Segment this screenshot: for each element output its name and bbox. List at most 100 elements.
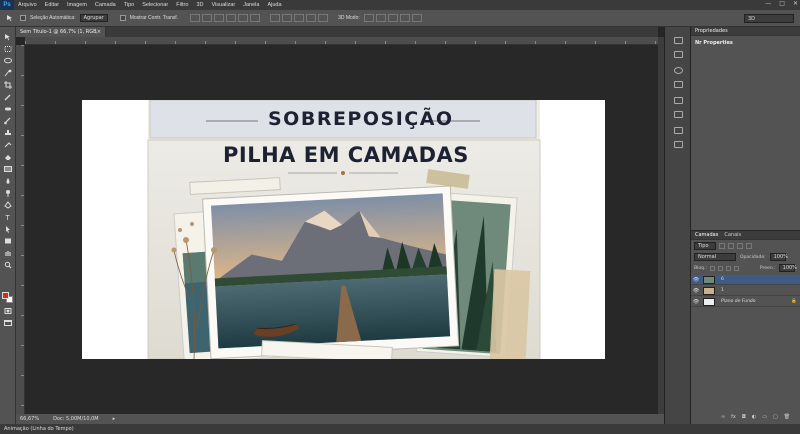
menu-janela[interactable]: Janela	[239, 2, 263, 8]
eye-icon[interactable]: 👁	[691, 299, 701, 305]
lock-position-icon[interactable]	[725, 265, 731, 271]
brush-tool[interactable]	[3, 117, 13, 125]
menu-visualizar[interactable]: Visualizar	[207, 2, 239, 8]
lock-all-icon[interactable]	[733, 265, 739, 271]
layer-kind-select[interactable]: Tipo	[694, 242, 716, 250]
pen-tool[interactable]	[3, 201, 13, 209]
3d-pan-icon[interactable]	[387, 14, 398, 22]
foreground-color-swatch[interactable]	[2, 292, 9, 299]
lock-transparency-icon[interactable]	[709, 265, 715, 271]
document-tab[interactable]: Sem Título-1 @ 66,7% (1, RGB/8) * ×	[16, 27, 106, 37]
eraser-tool[interactable]	[3, 153, 13, 161]
type-tool[interactable]: T	[3, 213, 13, 222]
menu-editar[interactable]: Editar	[41, 2, 63, 8]
history-brush-tool[interactable]	[3, 141, 13, 149]
tab-camadas[interactable]: Camadas	[695, 232, 718, 238]
3d-roll-icon[interactable]	[375, 14, 386, 22]
new-layer-icon[interactable]: ▢	[773, 414, 778, 420]
opacity-input[interactable]: 100%	[769, 253, 788, 261]
close-icon[interactable]: ×	[97, 29, 101, 35]
layer-row[interactable]: 👁 Plano de Fundo 🔒	[691, 297, 800, 307]
folder-icon[interactable]: ▭	[762, 414, 767, 420]
maximize-button[interactable]: □	[779, 0, 785, 7]
zoom-level[interactable]: 66,67%	[20, 416, 39, 422]
shape-tool[interactable]	[3, 237, 13, 245]
layer-row[interactable]: 👁 1	[691, 286, 800, 296]
filter-type-icon[interactable]	[737, 243, 743, 249]
adjustment-icon[interactable]: ◐	[752, 414, 756, 420]
trash-icon[interactable]: 🗑	[784, 414, 790, 420]
move-tool[interactable]	[3, 33, 13, 41]
gradient-tool[interactable]	[3, 165, 13, 173]
eye-icon[interactable]: 👁	[691, 288, 701, 294]
color-panel-icon[interactable]	[674, 67, 683, 74]
quick-select-tool[interactable]	[3, 69, 13, 77]
clone-stamp-tool[interactable]	[3, 129, 13, 137]
show-transform-checkbox[interactable]	[119, 15, 126, 21]
menu-tipo[interactable]: Tipo	[120, 2, 139, 8]
distribute-top-icon[interactable]	[270, 14, 281, 22]
distribute-left-icon[interactable]	[306, 14, 317, 22]
3d-rotate-icon[interactable]	[363, 14, 374, 22]
crop-tool[interactable]	[3, 81, 13, 89]
lock-pixels-icon[interactable]	[717, 265, 723, 271]
styles-panel-icon[interactable]	[674, 111, 683, 118]
auto-select-checkbox[interactable]	[20, 15, 26, 21]
filter-adjust-icon[interactable]	[728, 243, 734, 249]
quick-mask-icon[interactable]	[3, 307, 13, 315]
align-hcenter-icon[interactable]	[238, 14, 249, 22]
lasso-tool[interactable]	[3, 57, 13, 65]
menu-arquivo[interactable]: Arquivo	[14, 2, 41, 8]
align-left-icon[interactable]	[226, 14, 237, 22]
dodge-tool[interactable]	[3, 189, 13, 197]
healing-brush-tool[interactable]	[3, 105, 13, 113]
tab-canais[interactable]: Canais	[724, 232, 741, 238]
minimize-button[interactable]: —	[765, 0, 771, 7]
screen-mode-icon[interactable]	[3, 319, 13, 327]
fill-input[interactable]: 100%	[778, 264, 797, 272]
link-icon[interactable]: ∞	[721, 414, 725, 420]
status-arrow-icon[interactable]: ▸	[113, 416, 116, 422]
menu-selecionar[interactable]: Selecionar	[138, 2, 172, 8]
blend-mode-select[interactable]: Normal	[694, 253, 736, 261]
menu-3d[interactable]: 3D	[192, 2, 207, 8]
zoom-tool[interactable]	[3, 261, 13, 269]
history-panel-icon[interactable]	[674, 37, 683, 44]
align-top-icon[interactable]	[190, 14, 201, 22]
distribute-bottom-icon[interactable]	[294, 14, 305, 22]
menu-filtro[interactable]: Filtro	[172, 2, 192, 8]
document-canvas[interactable]: SOBREPOSIÇÃO PILHA EM CAMADAS	[82, 100, 605, 359]
layer-row[interactable]: 👁 6	[691, 275, 800, 285]
filter-pixel-icon[interactable]	[719, 243, 725, 249]
actions-panel-icon[interactable]	[674, 51, 683, 58]
menu-camada[interactable]: Camada	[91, 2, 120, 8]
move-tool-icon[interactable]	[4, 13, 16, 23]
character-panel-icon[interactable]	[674, 141, 683, 148]
fx-icon[interactable]: fx	[731, 414, 736, 420]
properties-tab[interactable]: Propriedades	[691, 27, 800, 36]
mask-icon[interactable]: ◘	[742, 414, 746, 420]
blur-tool[interactable]	[3, 177, 13, 185]
swatches-panel-icon[interactable]	[674, 81, 683, 88]
close-button[interactable]: ✕	[793, 0, 798, 7]
eye-icon[interactable]: 👁	[691, 277, 701, 283]
3d-scale-icon[interactable]	[411, 14, 422, 22]
paragraph-panel-icon[interactable]	[674, 127, 683, 134]
marquee-tool[interactable]	[3, 45, 13, 53]
menu-imagem[interactable]: Imagem	[63, 2, 91, 8]
path-selection-tool[interactable]	[3, 225, 13, 233]
auto-select-dropdown[interactable]: Agrupar	[79, 14, 108, 22]
filter-shape-icon[interactable]	[746, 243, 752, 249]
eyedropper-tool[interactable]	[3, 93, 13, 101]
adjustments-panel-icon[interactable]	[674, 97, 683, 104]
hand-tool[interactable]	[3, 249, 13, 257]
distribute-center-icon[interactable]	[282, 14, 293, 22]
timeline-panel-tab[interactable]: Animação (Linha do Tempo)	[0, 424, 800, 434]
3d-slide-icon[interactable]	[399, 14, 410, 22]
distribute-right-icon[interactable]	[318, 14, 329, 22]
workspace-select[interactable]: 3D	[744, 14, 794, 23]
align-bottom-icon[interactable]	[214, 14, 225, 22]
align-right-icon[interactable]	[250, 14, 261, 22]
align-vcenter-icon[interactable]	[202, 14, 213, 22]
menu-ajuda[interactable]: Ajuda	[263, 2, 285, 8]
